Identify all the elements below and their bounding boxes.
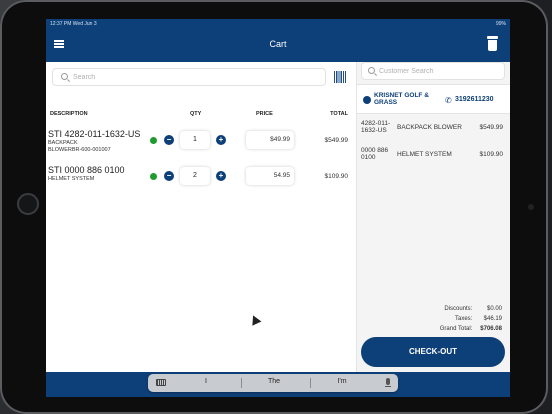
search-input[interactable] bbox=[73, 72, 313, 83]
suggestion-word[interactable]: The bbox=[244, 378, 304, 385]
status-bar: 12:37 PM Wed Jun 3 99% bbox=[46, 19, 510, 29]
microphone-icon[interactable] bbox=[385, 378, 391, 387]
column-header-description: DESCRIPTION bbox=[50, 111, 88, 117]
trash-icon[interactable] bbox=[487, 36, 498, 51]
discounts-label: Discounts: bbox=[444, 306, 473, 312]
grand-total-label: Grand Total: bbox=[439, 326, 473, 332]
column-header-qty: QTY bbox=[190, 111, 202, 117]
item-description: BACKPACK BLOWERBR-600-001007 bbox=[48, 140, 111, 153]
phone-icon: ✆ bbox=[445, 96, 452, 105]
ipad-device-frame: 12:37 PM Wed Jun 3 99% Cart DESCRIPTION … bbox=[0, 0, 548, 414]
decrease-qty-button[interactable]: − bbox=[164, 171, 174, 181]
discounts-value: $0.00 bbox=[486, 306, 502, 312]
search-icon bbox=[61, 73, 68, 80]
taxes-value: $46.19 bbox=[483, 316, 502, 322]
taxes-row: Taxes: $46.19 bbox=[455, 316, 502, 322]
item-description: HELMET SYSTEM bbox=[48, 176, 95, 182]
app-screen: 12:37 PM Wed Jun 3 99% Cart DESCRIPTION … bbox=[46, 19, 510, 397]
grand-total-value: $706.08 bbox=[480, 326, 502, 332]
customer-card[interactable]: KRISNET GOLF & GRASS ✆ 3192611230 bbox=[357, 84, 510, 114]
suggestion-word[interactable]: I'm bbox=[312, 378, 372, 385]
increase-qty-button[interactable]: + bbox=[216, 171, 226, 181]
customer-search-box[interactable] bbox=[361, 62, 505, 80]
customer-name: KRISNET GOLF & GRASS bbox=[374, 92, 429, 106]
battery-status: 99% bbox=[495, 21, 506, 27]
keyboard-shortcut-bar: I The I'm bbox=[46, 372, 510, 397]
search-box[interactable] bbox=[52, 68, 326, 86]
price-field[interactable]: $49.99 bbox=[246, 131, 294, 149]
user-icon bbox=[363, 96, 371, 104]
qty-field[interactable]: 1 bbox=[180, 131, 210, 149]
item-code: STI 4282-011-1632-US bbox=[48, 129, 141, 139]
decrease-qty-button[interactable]: − bbox=[164, 135, 174, 145]
stock-status-indicator bbox=[150, 137, 157, 144]
customer-phone: 3192611230 bbox=[455, 96, 494, 103]
search-icon bbox=[368, 67, 375, 74]
item-code: STI 0000 886 0100 bbox=[48, 165, 125, 175]
stock-status-indicator bbox=[150, 173, 157, 180]
cart-items-pane: DESCRIPTION QTY PRICE TOTAL STI 4282-011… bbox=[46, 62, 356, 372]
summary-sku: 0000 886 0100 bbox=[361, 147, 389, 161]
grand-total-row: Grand Total: $706.08 bbox=[440, 326, 502, 332]
checkout-button[interactable]: CHECK-OUT bbox=[361, 337, 505, 367]
front-camera bbox=[528, 204, 534, 210]
suggestion-divider bbox=[310, 378, 311, 388]
summary-description: HELMET SYSTEM bbox=[397, 151, 452, 158]
qty-field[interactable]: 2 bbox=[180, 167, 210, 185]
increase-qty-button[interactable]: + bbox=[216, 135, 226, 145]
predictive-text-bar: I The I'm bbox=[148, 374, 398, 392]
customer-search-input[interactable] bbox=[379, 66, 499, 77]
column-header-price: PRICE bbox=[256, 111, 273, 117]
discounts-row: Discounts: $0.00 bbox=[444, 306, 502, 312]
keyboard-icon[interactable] bbox=[156, 379, 166, 386]
cart-row: STI 0000 886 0100 HELMET SYSTEM − 2 + 54… bbox=[46, 165, 356, 201]
taxes-label: Taxes: bbox=[454, 316, 473, 322]
line-total: $109.90 bbox=[324, 173, 349, 180]
summary-sku: 4282-011-1632-US bbox=[361, 120, 391, 134]
status-time: 12:37 PM Wed Jun 3 bbox=[50, 21, 97, 27]
summary-amount: $549.99 bbox=[479, 124, 504, 131]
summary-description: BACKPACK BLOWER bbox=[397, 124, 462, 131]
order-summary-pane: KRISNET GOLF & GRASS ✆ 3192611230 4282-0… bbox=[356, 62, 510, 372]
cart-row: STI 4282-011-1632-US BACKPACK BLOWERBR-6… bbox=[46, 129, 356, 165]
page-title: Cart bbox=[269, 39, 287, 49]
price-field[interactable]: 54.95 bbox=[246, 167, 294, 185]
line-total: $549.99 bbox=[324, 137, 349, 144]
suggestion-divider bbox=[241, 378, 242, 388]
suggestion-word[interactable]: I bbox=[176, 378, 236, 385]
summary-amount: $109.90 bbox=[479, 151, 504, 158]
barcode-scan-icon[interactable] bbox=[334, 71, 346, 83]
mouse-pointer-icon bbox=[248, 313, 262, 326]
home-button[interactable] bbox=[17, 193, 39, 215]
nav-bar: Cart bbox=[46, 29, 510, 62]
column-header-total: TOTAL bbox=[330, 111, 348, 117]
